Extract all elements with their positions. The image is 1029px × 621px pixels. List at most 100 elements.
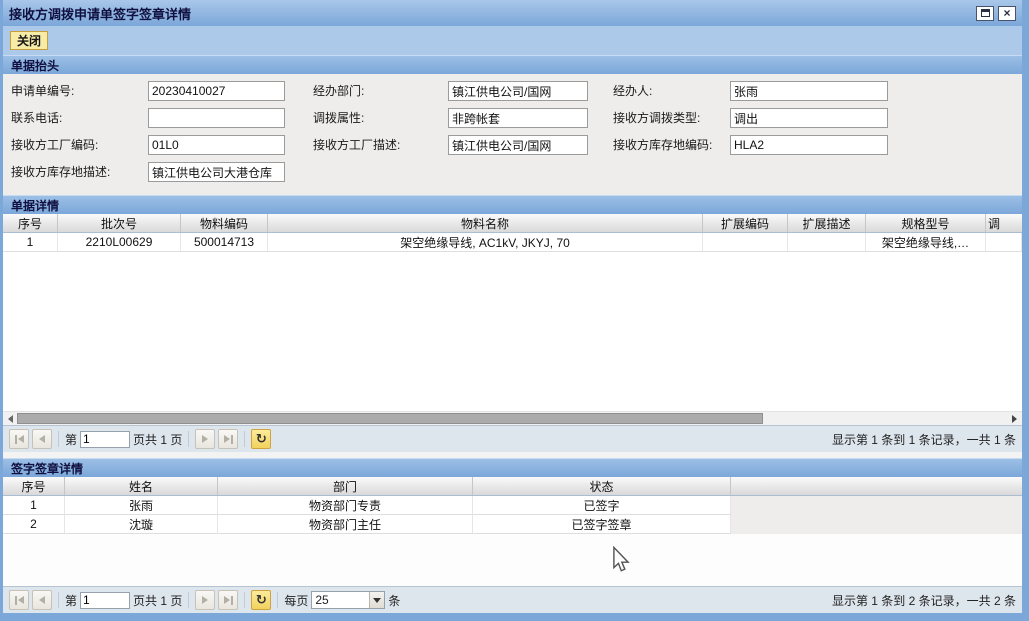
dialog-titlebar: 接收方调拨申请单签字签章详情 × (3, 0, 1022, 26)
receiver-factory-desc-input[interactable] (448, 135, 588, 155)
pager-separator (58, 431, 59, 447)
table-cell (703, 233, 788, 252)
last-page-button[interactable] (218, 590, 238, 610)
toolbar: 关闭 (3, 26, 1022, 55)
scroll-right-button[interactable] (1007, 412, 1021, 425)
next-page-button[interactable] (195, 590, 215, 610)
handling-dept-input[interactable] (448, 81, 588, 101)
horizontal-scrollbar[interactable] (3, 411, 1022, 425)
page-prefix-label: 第 (65, 431, 77, 448)
table-cell: 物资部门专责 (218, 496, 473, 515)
table-cell: 1 (3, 233, 58, 252)
table-row[interactable]: 1 2210L00629 500014713 架空绝缘导线, AC1kV, JK… (3, 233, 1022, 252)
column-header: 序号 (3, 477, 65, 495)
page-prefix-label: 第 (65, 592, 77, 609)
receiver-transfer-type-label: 接收方调拨类型: (613, 108, 700, 128)
scroll-left-button[interactable] (3, 412, 17, 425)
section-header-doc-header: 单据抬头 (3, 55, 1022, 74)
signature-pager: 第 页共 1 页 ↻ 每页 25 条 显示第 1 条到 2 条记录，一共 2 条 (3, 586, 1022, 613)
table-cell: 2 (3, 515, 65, 534)
table-cell: 已签字签章 (473, 515, 731, 534)
restore-icon (981, 9, 990, 17)
handling-dept-label: 经办部门: (313, 81, 364, 101)
contact-phone-label: 联系电话: (11, 108, 62, 128)
first-page-icon (15, 596, 17, 605)
receiver-factory-code-input[interactable] (148, 135, 285, 155)
handler-input[interactable] (730, 81, 888, 101)
pager-separator (277, 592, 278, 608)
close-button[interactable]: 关闭 (10, 31, 48, 50)
column-header: 序号 (3, 214, 58, 232)
refresh-button[interactable]: ↻ (251, 590, 271, 610)
table-row[interactable]: 2 沈璇 物资部门主任 已签字签章 (3, 515, 1022, 534)
doc-header-form: 申请单编号: 经办部门: 经办人: 联系电话: 调拨属性: 接收方调拨类型: 接… (3, 74, 1022, 195)
page-suffix-label: 页共 1 页 (133, 431, 182, 448)
close-window-button[interactable]: × (998, 6, 1016, 21)
row-filler (731, 496, 1022, 515)
section-title: 签字签章详情 (11, 460, 83, 477)
table-cell: 1 (3, 496, 65, 515)
receiver-storage-code-label: 接收方库存地编码: (613, 135, 712, 155)
column-header: 批次号 (58, 214, 181, 232)
page-suffix-label: 页共 1 页 (133, 592, 182, 609)
table-cell: 架空绝缘导线, AC1kV, JKYJ, 70 (268, 233, 703, 252)
first-page-icon-arrow (18, 435, 24, 443)
table-cell: 沈璇 (65, 515, 218, 534)
section-header-doc-detail: 单据详情 (3, 195, 1022, 214)
section-title: 单据详情 (11, 197, 59, 214)
refresh-icon: ↻ (256, 431, 267, 447)
table-row[interactable]: 1 张雨 物资部门专责 已签字 (3, 496, 1022, 515)
page-number-input[interactable] (80, 592, 130, 609)
table-cell (788, 233, 866, 252)
transfer-attribute-input[interactable] (448, 108, 588, 128)
receiver-storage-code-input[interactable] (730, 135, 888, 155)
window-controls: × (976, 6, 1016, 21)
contact-phone-input[interactable] (148, 108, 285, 128)
refresh-button[interactable]: ↻ (251, 429, 271, 449)
table-cell: 已签字 (473, 496, 731, 515)
page-number-input[interactable] (80, 431, 130, 448)
next-page-icon (202, 435, 208, 443)
receiver-storage-desc-input[interactable] (148, 162, 285, 182)
receiver-transfer-type-input[interactable] (730, 108, 888, 128)
chevron-down-icon (373, 598, 381, 603)
table-cell: 2210L00629 (58, 233, 181, 252)
application-number-input[interactable] (148, 81, 285, 101)
per-page-select[interactable]: 25 (311, 591, 385, 609)
row-filler (731, 515, 1022, 534)
table-cell: 物资部门主任 (218, 515, 473, 534)
column-header-filler (731, 477, 1022, 495)
first-page-button[interactable] (9, 590, 29, 610)
detail-pager-status: 显示第 1 条到 1 条记录，一共 1 条 (832, 431, 1016, 448)
column-header: 扩展描述 (788, 214, 866, 232)
scroll-right-icon (1012, 415, 1017, 423)
prev-page-button[interactable] (32, 590, 52, 610)
per-page-dropdown-button[interactable] (369, 592, 384, 608)
column-header: 物料名称 (268, 214, 703, 232)
next-page-button[interactable] (195, 429, 215, 449)
receiver-storage-desc-label: 接收方库存地描述: (11, 162, 110, 182)
scrollbar-thumb[interactable] (17, 413, 763, 424)
signature-table-empty-area (3, 534, 1022, 586)
detail-pager: 第 页共 1 页 ↻ 显示第 1 条到 1 条记录，一共 1 条 (3, 425, 1022, 452)
column-header: 扩展编码 (703, 214, 788, 232)
pager-separator (188, 431, 189, 447)
pager-separator (244, 431, 245, 447)
column-header: 姓名 (65, 477, 218, 495)
last-page-icon-arrow (224, 435, 230, 443)
table-cell: 张雨 (65, 496, 218, 515)
next-page-icon (202, 596, 208, 604)
pager-separator (244, 592, 245, 608)
restore-window-button[interactable] (976, 6, 994, 21)
table-cell: 架空绝缘导线,… (866, 233, 986, 252)
table-cell: 500014713 (181, 233, 268, 252)
last-page-button[interactable] (218, 429, 238, 449)
first-page-button[interactable] (9, 429, 29, 449)
first-page-icon (15, 435, 17, 444)
per-page-label: 每页 (284, 592, 308, 609)
column-header: 部门 (218, 477, 473, 495)
dialog-window: 接收方调拨申请单签字签章详情 × 关闭 单据抬头 申请单编号: 经办部门: 经办… (3, 0, 1022, 613)
handler-label: 经办人: (613, 81, 652, 101)
prev-page-button[interactable] (32, 429, 52, 449)
pager-separator (58, 592, 59, 608)
